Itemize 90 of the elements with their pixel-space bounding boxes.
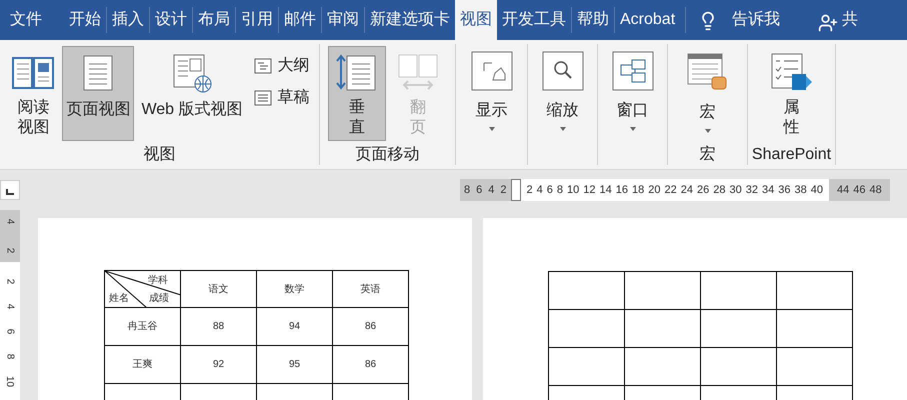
ruler-number: 16: [616, 182, 628, 198]
ribbon-tab[interactable]: 设计: [150, 0, 192, 40]
search-icon: [542, 51, 584, 91]
outline-icon: [254, 58, 272, 74]
ruler-number: 20: [648, 182, 660, 198]
ruler-number: 4: [4, 304, 16, 310]
table-cell: 英语: [333, 271, 409, 308]
table-cell: 86: [333, 346, 409, 384]
ruler-number: 8: [464, 182, 470, 198]
ruler-number: 6: [4, 328, 16, 334]
dropdown-button[interactable]: 宏: [682, 46, 734, 133]
ruler-number: 18: [632, 182, 644, 198]
windows-icon: [612, 51, 654, 91]
header-label: 成绩: [149, 292, 169, 306]
group-label: 页面移动: [354, 145, 420, 165]
ruler-number: 6: [476, 182, 482, 198]
caret-icon: [630, 127, 636, 131]
ruler-number: 4: [488, 182, 494, 198]
caret-icon: [488, 127, 494, 131]
ruler-number: 38: [794, 182, 807, 198]
ruler-number: 40: [810, 182, 823, 198]
ruler-number: 2: [4, 248, 16, 254]
ruler-number: 46: [853, 182, 866, 198]
group-label: SharePoint: [750, 145, 832, 165]
ruler-number: 30: [730, 182, 742, 198]
view-button[interactable]: 页面视图: [62, 46, 134, 141]
ruler-number: 34: [762, 182, 774, 198]
ribbon-tab[interactable]: 新建选项卡: [365, 0, 455, 40]
view-button[interactable]: 草稿: [252, 86, 312, 110]
table-cell: 语文: [181, 271, 257, 308]
dropdown-button[interactable]: 窗口: [608, 46, 658, 131]
ruler-number: 36: [778, 182, 790, 198]
ruler-number: 2: [4, 278, 16, 284]
ribbon-tab[interactable]: 邮件: [279, 0, 321, 40]
ribbon-tab[interactable]: 开始: [64, 0, 106, 40]
ruler-number: 22: [664, 182, 677, 198]
ribbon-tab[interactable]: 布局: [193, 0, 235, 40]
draft-icon: [254, 90, 272, 106]
header-label: 姓名: [109, 292, 129, 306]
ruler-number: 12: [583, 182, 596, 198]
table-cell: 数学: [257, 271, 333, 308]
ruler-number: 6: [546, 182, 553, 198]
ribbon-tab[interactable]: 插入: [107, 0, 149, 40]
view-button[interactable]: 阅读视图: [7, 46, 60, 141]
ruler-number: 4: [4, 218, 16, 224]
table-cell: 王爽: [105, 346, 181, 384]
view-button[interactable]: 大纲: [252, 54, 312, 78]
ribbon-button[interactable]: 垂直: [328, 46, 386, 141]
table-cell: 88: [181, 308, 257, 346]
group-label: 宏: [698, 145, 716, 165]
ruler-number: 24: [680, 182, 693, 198]
ruler-number: 4: [536, 182, 543, 198]
ruler-number: 8: [4, 354, 16, 360]
ribbon-button[interactable]: 属性: [762, 46, 820, 141]
indent-marker-icon[interactable]: [510, 179, 520, 201]
ruler-number: 14: [600, 182, 612, 198]
caret-icon: [560, 127, 566, 131]
ribbon-tab[interactable]: 视图: [455, 0, 497, 40]
ruler-number: 10: [567, 182, 580, 198]
ribbon-tab[interactable]: 审阅: [322, 0, 364, 40]
table-cell: 95: [257, 346, 333, 384]
header-label: 学科: [148, 274, 168, 288]
table-cell: 92: [181, 346, 257, 384]
ribbon-tab[interactable]: 帮助: [572, 0, 614, 40]
caret-icon: [704, 129, 710, 133]
user-plus-icon: [818, 13, 838, 33]
ribbon-tab[interactable]: 开发工具: [497, 0, 571, 40]
dropdown-button[interactable]: 显示: [466, 46, 516, 131]
group-label: 视图: [142, 145, 176, 165]
ruler-number: 48: [870, 182, 882, 198]
show-icon: [470, 51, 512, 91]
ribbon-tab[interactable]: 引用: [236, 0, 278, 40]
ribbon-tab[interactable]: 文件: [0, 0, 64, 40]
table-cell: 86: [333, 308, 409, 346]
tab-stop-icon[interactable]: [0, 180, 20, 200]
dropdown-button[interactable]: 缩放: [538, 46, 588, 131]
share-button[interactable]: 共: [842, 0, 858, 40]
ruler-number: 2: [500, 182, 506, 198]
ruler-number: 32: [746, 182, 758, 198]
ruler-number: 8: [556, 182, 563, 198]
table-cell: 冉玉谷: [105, 308, 181, 346]
tell-me-button[interactable]: 告诉我: [732, 0, 780, 40]
ruler-number: 10: [4, 376, 16, 388]
ruler-number: 28: [713, 182, 726, 198]
ribbon-tab[interactable]: Acrobat: [615, 0, 680, 40]
ruler-number: 26: [697, 182, 710, 198]
table-cell: 94: [257, 308, 333, 346]
view-button[interactable]: Web 版式视图: [137, 46, 247, 141]
ruler-number: 44: [837, 182, 850, 198]
ruler-number: 2: [526, 182, 533, 198]
